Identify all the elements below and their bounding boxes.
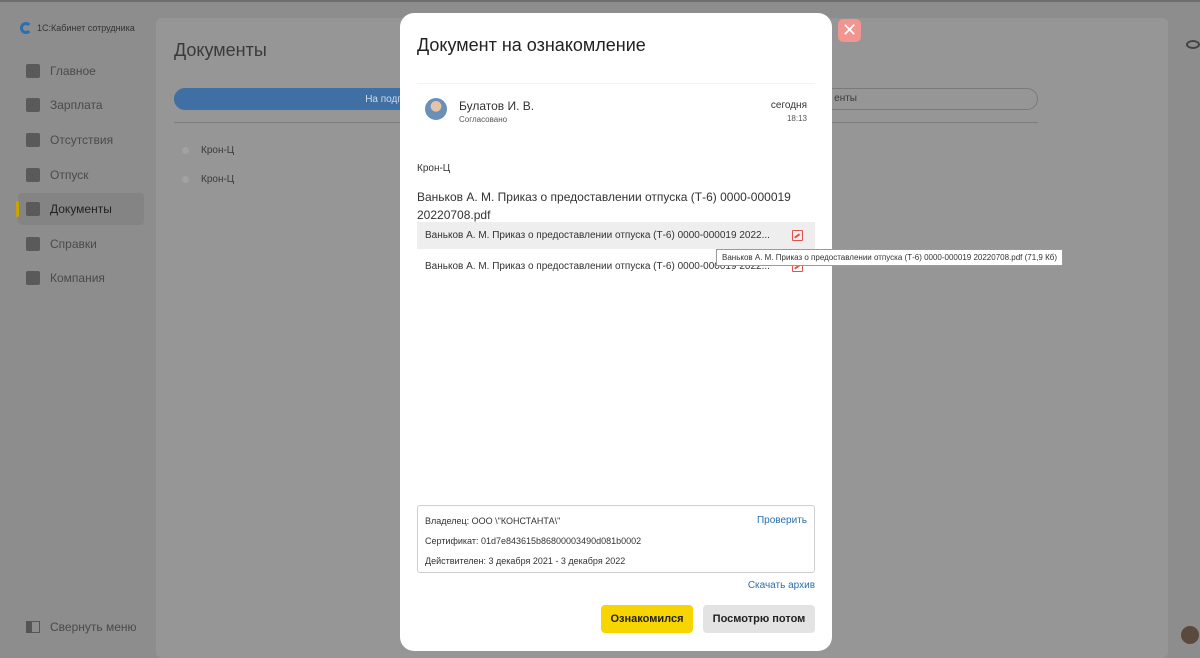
verify-link[interactable]: Проверить [757,515,807,526]
approver-name: Булатов И. В. [459,99,535,113]
certificate-serial: Сертификат: 01d7e843615b86800003490d081b… [425,536,642,546]
sidebar-item-documents[interactable]: Документы [16,193,144,225]
sidebar-item-salary[interactable]: Зарплата [18,89,144,121]
collapse-menu-button[interactable]: Свернуть меню [26,620,137,634]
sidebar-item-main[interactable]: Главное [18,55,144,87]
download-archive-link[interactable]: Скачать архив [748,580,815,591]
status-dot [182,175,189,183]
logo-icon [20,22,32,34]
acknowledge-button[interactable]: Ознакомился [601,605,693,633]
people-icon [26,271,40,285]
approval-time: 18:13 [786,114,807,123]
sidebar-item-label: Главное [50,64,96,78]
top-border [0,0,1200,2]
sidebar: 1С:Кабинет сотрудника Главное Зарплата О… [0,0,156,654]
tab-documents[interactable]: енты [834,93,857,104]
certificate-owner: Владелец: ООО \"КОНСТАНТА\" [425,516,561,526]
tab-label: На подп [365,93,403,105]
app-logo[interactable]: 1С:Кабинет сотрудника [20,22,135,34]
organization-name: Крон-Ц [417,163,451,174]
eye-icon[interactable] [1186,40,1200,49]
documents-icon [26,202,40,216]
approval-entry: Булатов И. В. Согласовано сегодня 18:13 [417,83,815,144]
sidebar-item-label: Документы [50,202,112,216]
close-icon: ✕ [841,20,858,40]
home-icon [26,64,40,78]
pdf-icon[interactable] [792,230,803,241]
sidebar-item-vacation[interactable]: Отпуск [18,159,144,191]
wallet-icon [26,98,40,112]
certificate-validity: Действителен: 3 декабря 2021 - 3 декабря… [425,556,626,566]
sidebar-collapse-icon [26,621,40,633]
view-later-button[interactable]: Посмотрю потом [703,605,815,633]
avatar [425,98,447,120]
logo-text: 1С:Кабинет сотрудника [37,23,135,33]
file-item[interactable]: Ваньков А. М. Приказ о предоставлении от… [417,222,815,249]
sidebar-item-certificates[interactable]: Справки [18,228,144,260]
list-item-label: Крон-Ц [201,173,235,185]
avatar[interactable] [1181,626,1199,644]
sidebar-item-label: Зарплата [50,98,103,112]
document-title: Ваньков А. М. Приказ о предоставлении от… [417,190,791,222]
sidebar-item-label: Компания [50,271,105,285]
file-tooltip: Ваньков А. М. Приказ о предоставлении от… [716,249,1063,266]
sidebar-item-absences[interactable]: Отсутствия [18,124,144,156]
sidebar-item-label: Справки [50,237,97,251]
modal-title: Документ на ознакомление [417,35,646,55]
document-modal: Документ на ознакомление Булатов И. В. С… [400,13,832,651]
close-button[interactable]: ✕ [838,19,861,42]
sidebar-item-company[interactable]: Компания [18,262,144,294]
approval-status: Согласовано [459,115,508,124]
approval-date: сегодня [770,100,807,111]
status-dot [182,146,189,154]
signature-certificate: Владелец: ООО \"КОНСТАНТА\" Проверить Се… [417,505,815,573]
list-item-label: Крон-Ц [201,144,235,156]
certificate-icon [26,237,40,251]
file-name: Ваньков А. М. Приказ о предоставлении от… [425,230,770,241]
sidebar-item-label: Отсутствия [50,133,114,147]
sidebar-item-label: Отпуск [50,168,89,182]
calendar-icon [26,133,40,147]
collapse-menu-label: Свернуть меню [50,620,137,634]
plane-icon [26,168,40,182]
page-title: Документы [174,40,267,60]
